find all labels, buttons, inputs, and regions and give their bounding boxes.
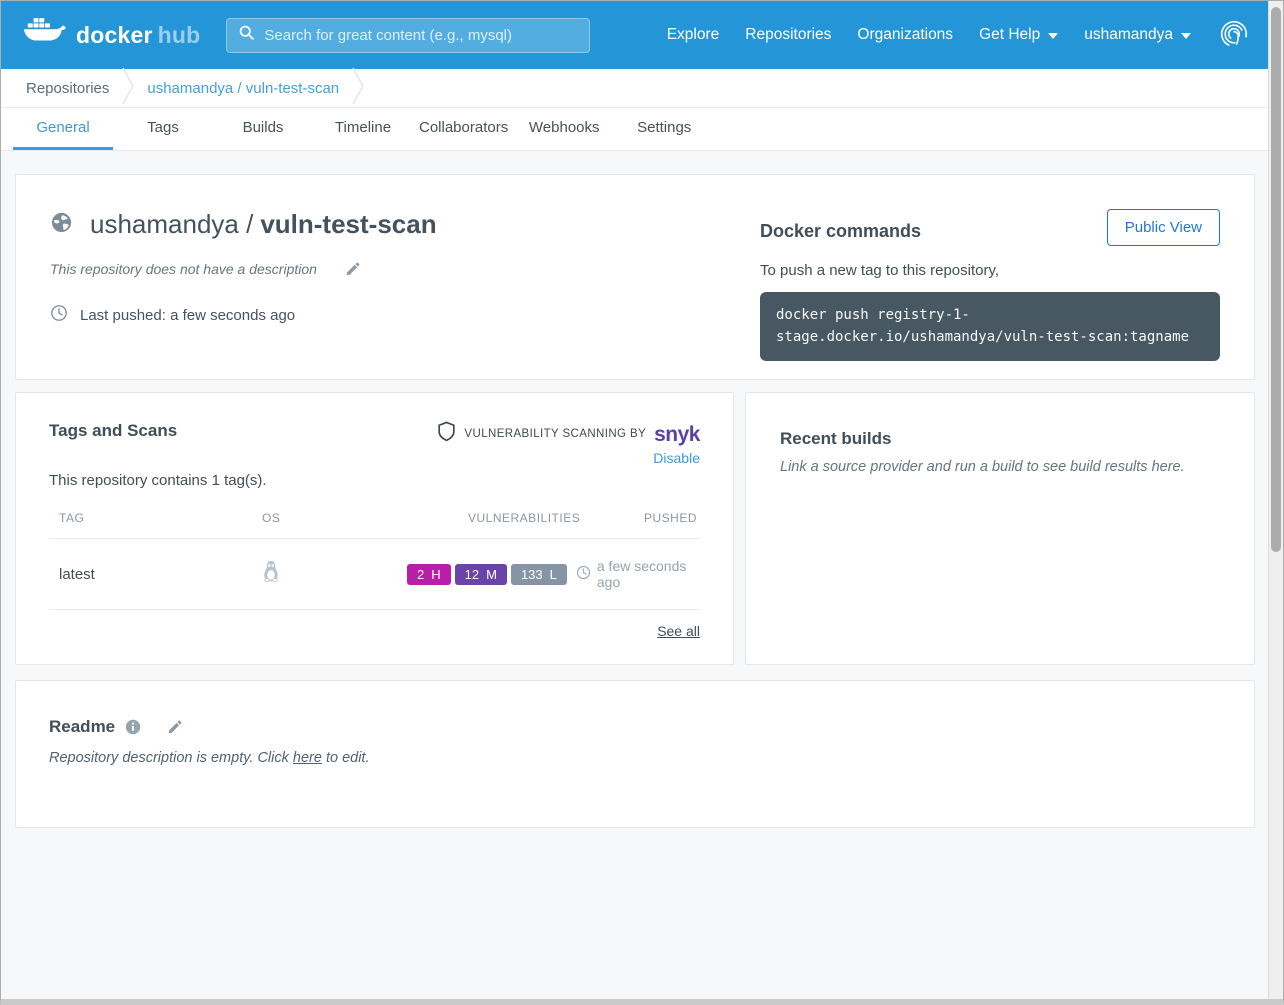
- public-view-button[interactable]: Public View: [1107, 209, 1220, 246]
- recent-builds-empty-message: Link a source provider and run a build t…: [780, 459, 1220, 475]
- edit-readme-pencil-icon[interactable]: [167, 719, 183, 735]
- tags-scans-title: Tags and Scans: [49, 421, 177, 441]
- tag-count-summary: This repository contains 1 tag(s).: [49, 472, 700, 489]
- scrollbar-thumb[interactable]: [1271, 7, 1281, 552]
- globe-icon: [50, 211, 73, 239]
- breadcrumb-current-repo[interactable]: ushamandya / vuln-test-scan: [147, 80, 339, 97]
- docker-whale-icon: [23, 17, 67, 53]
- page-content: ushamandya /vuln-test-scan This reposito…: [15, 174, 1255, 828]
- info-icon[interactable]: [125, 719, 141, 735]
- col-header-pushed: PUSHED: [644, 511, 697, 525]
- tab-tags[interactable]: Tags: [113, 108, 213, 150]
- tab-builds[interactable]: Builds: [213, 108, 313, 150]
- docker-hub-logo[interactable]: dockerhub: [23, 17, 200, 53]
- shield-icon: [437, 421, 456, 447]
- readme-title: Readme: [49, 717, 115, 737]
- readme-empty-message: Repository description is empty. Click h…: [49, 750, 1221, 766]
- recent-builds-card: Recent builds Link a source provider and…: [745, 392, 1255, 665]
- clock-icon: [576, 565, 591, 583]
- vulnerability-badges: 2H 12M 133L: [407, 564, 567, 585]
- edit-description-pencil-icon[interactable]: [345, 261, 361, 277]
- tab-general[interactable]: General: [13, 108, 113, 150]
- see-all-link[interactable]: See all: [657, 623, 700, 639]
- tag-pushed-time: a few seconds ago: [597, 558, 690, 590]
- linux-tux-icon: [262, 560, 407, 588]
- vuln-scanning-by-label: VULNERABILITY SCANNING BY: [464, 428, 646, 440]
- chevron-down-icon: [1181, 33, 1191, 39]
- disable-scanning-link[interactable]: Disable: [653, 450, 700, 466]
- avatar[interactable]: [1217, 17, 1253, 53]
- docker-commands-title: Docker commands: [760, 221, 921, 242]
- tab-timeline[interactable]: Timeline: [313, 108, 413, 150]
- fingerprint-icon: [1217, 17, 1251, 51]
- app-window: dockerhub Explore Repositories Organizat…: [0, 0, 1284, 1005]
- username-label: ushamandya: [1084, 26, 1173, 44]
- col-header-tag: TAG: [59, 511, 262, 525]
- user-menu[interactable]: ushamandya: [1084, 26, 1191, 44]
- navbar-links: Explore Repositories Organizations Get H…: [667, 17, 1253, 53]
- search-icon: [238, 24, 255, 46]
- col-header-vulnerabilities: VULNERABILITIES: [468, 511, 644, 525]
- tab-webhooks[interactable]: Webhooks: [514, 108, 614, 150]
- get-help-menu[interactable]: Get Help: [979, 26, 1058, 44]
- search-input[interactable]: [264, 27, 578, 44]
- push-instruction: To push a new tag to this repository,: [760, 262, 1220, 279]
- table-row: latest: [49, 539, 700, 610]
- repo-tab-bar: General Tags Builds Timeline Collaborato…: [1, 108, 1283, 151]
- repo-description: This repository does not have a descript…: [50, 261, 317, 277]
- recent-builds-title: Recent builds: [780, 429, 1220, 449]
- last-pushed-text: Last pushed: a few seconds ago: [80, 307, 295, 324]
- tab-settings[interactable]: Settings: [614, 108, 714, 150]
- nav-link-organizations[interactable]: Organizations: [857, 26, 953, 44]
- page-title: ushamandya /vuln-test-scan: [90, 209, 437, 240]
- clock-icon: [50, 304, 68, 326]
- tags-and-scans-card: Tags and Scans VULNERABILITY SCANNING BY…: [15, 392, 734, 665]
- breadcrumb: Repositories ushamandya / vuln-test-scan: [1, 69, 1283, 108]
- snyk-logo: snyk: [654, 424, 700, 445]
- edit-here-link[interactable]: here: [293, 750, 322, 766]
- nav-link-repositories[interactable]: Repositories: [745, 26, 831, 44]
- low-severity-badge[interactable]: 133L: [511, 564, 567, 585]
- readme-card: Readme Repository description is empty. …: [15, 680, 1255, 828]
- brand-text: dockerhub: [76, 22, 200, 49]
- tag-name-link[interactable]: latest: [59, 566, 262, 583]
- top-navbar: dockerhub Explore Repositories Organizat…: [1, 1, 1283, 69]
- breadcrumb-repositories[interactable]: Repositories: [26, 80, 109, 97]
- tags-table-header: TAG OS VULNERABILITIES PUSHED: [49, 511, 700, 539]
- tab-collaborators[interactable]: Collaborators: [413, 108, 514, 150]
- breadcrumb-chevron-icon: [122, 67, 134, 109]
- col-header-os: OS: [262, 511, 468, 525]
- global-search: [226, 18, 590, 53]
- repo-info: ushamandya /vuln-test-scan This reposito…: [50, 209, 437, 379]
- high-severity-badge[interactable]: 2H: [407, 564, 451, 585]
- medium-severity-badge[interactable]: 12M: [455, 564, 507, 585]
- tags-table: TAG OS VULNERABILITIES PUSHED latest: [49, 511, 700, 641]
- repo-overview-card: ushamandya /vuln-test-scan This reposito…: [15, 174, 1255, 380]
- docker-push-command: docker push registry-1-stage.docker.io/u…: [760, 292, 1220, 361]
- vertical-scrollbar[interactable]: [1268, 1, 1283, 999]
- nav-link-explore[interactable]: Explore: [667, 26, 720, 44]
- docker-commands-panel: Docker commands Public View To push a ne…: [760, 209, 1220, 379]
- breadcrumb-chevron-icon: [352, 67, 364, 109]
- chevron-down-icon: [1048, 33, 1058, 39]
